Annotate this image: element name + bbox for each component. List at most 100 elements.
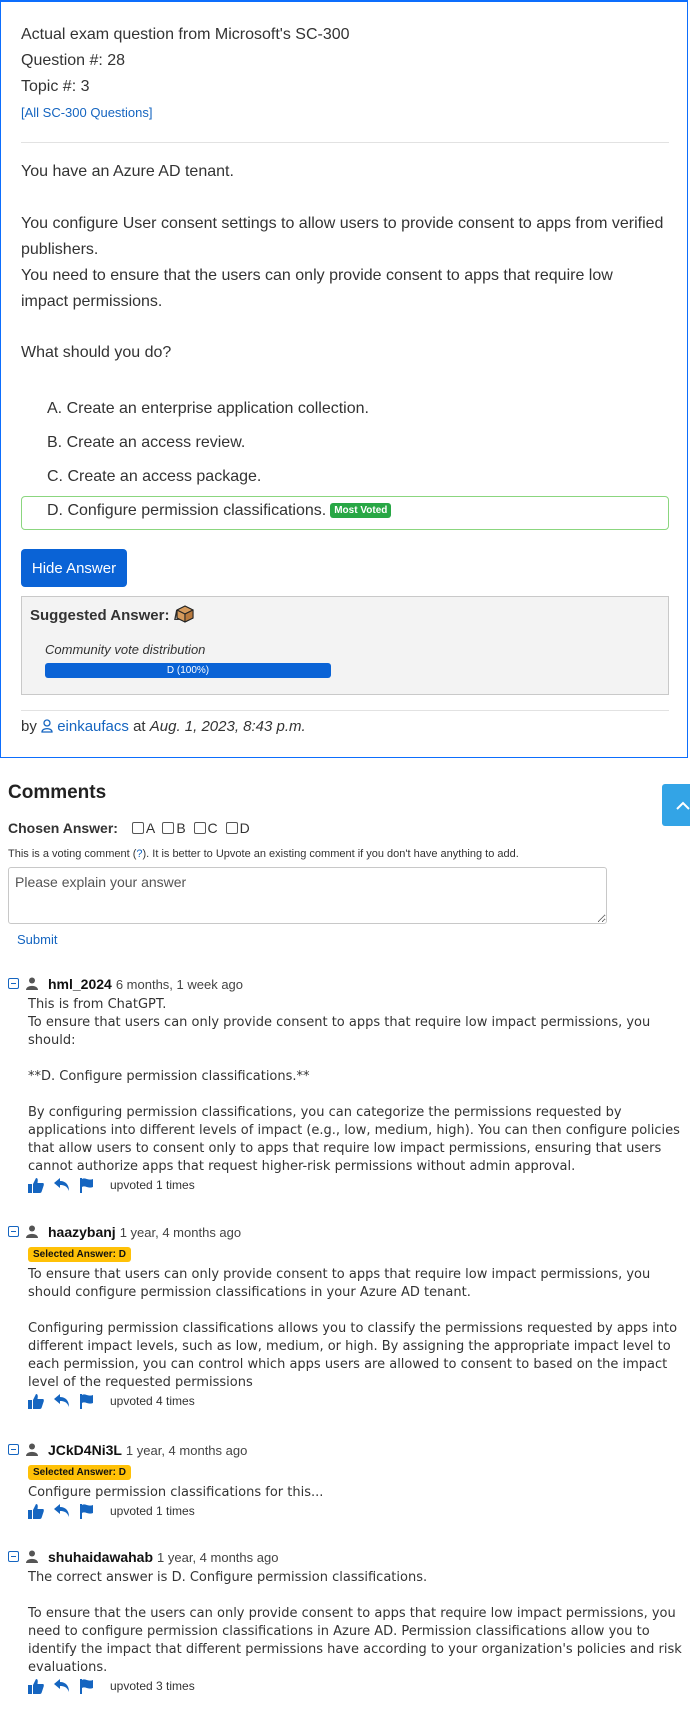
question-paragraph-3: You need to ensure that the users can on… — [21, 267, 613, 310]
package-icon — [176, 605, 194, 623]
person-icon — [26, 1550, 38, 1563]
comment-actions: upvoted 3 times — [28, 1677, 680, 1697]
reply-icon[interactable] — [54, 1394, 70, 1408]
comment-body: The correct answer is D. Configure permi… — [28, 1570, 682, 1675]
checkbox-b[interactable] — [162, 822, 175, 834]
chosen-answer-label: Chosen Answer: — [8, 820, 118, 836]
username-text: haazybanj — [48, 1224, 116, 1240]
question-card: Actual exam question from Microsoft's SC… — [0, 0, 688, 758]
hide-answer-button[interactable]: Hide Answer — [21, 549, 127, 587]
selected-answer-badge: Selected Answer: D — [28, 1247, 131, 1262]
comment-textarea[interactable] — [8, 867, 607, 924]
option-b[interactable]: B. Create an access review. — [47, 434, 245, 452]
vote-distribution-bar: D (100%) — [45, 663, 331, 678]
choice-c-label: C — [207, 820, 218, 836]
comment-header: haazybanj 1 year, 4 months ago — [8, 1224, 680, 1244]
comment-header: hml_2024 6 months, 1 week ago — [8, 976, 680, 996]
flag-icon[interactable] — [80, 1394, 94, 1409]
upvote-count: upvoted 4 times — [110, 1394, 195, 1408]
vote-distribution-label: Community vote distribution — [45, 642, 206, 657]
comment-header: shuhaidawahab 1 year, 4 months ago — [8, 1549, 680, 1569]
suggested-answer: Suggested Answer: D — [30, 607, 184, 624]
choice-b-label: B — [176, 820, 186, 836]
voting-note: This is a voting comment (?). It is bett… — [8, 848, 519, 860]
comment-header: JCkD4Ni3L 1 year, 4 months ago — [8, 1442, 680, 1462]
suggested-answer-label: Suggested Answer: — [30, 607, 170, 624]
submit-link[interactable]: Submit — [17, 932, 57, 947]
checkbox-a[interactable] — [131, 822, 144, 834]
selected-answer-badge: Selected Answer: D — [28, 1465, 131, 1480]
comment-actions: upvoted 1 times — [28, 1502, 680, 1522]
comment: hml_2024 6 months, 1 week ago This is fro… — [8, 976, 680, 1196]
at-label: at — [133, 718, 146, 735]
comment-body: This is from ChatGPT. To ensure that use… — [28, 997, 680, 1174]
person-icon — [26, 1225, 38, 1238]
question-topic: Topic #: 3 — [21, 78, 90, 95]
thumbs-up-icon[interactable] — [28, 1504, 44, 1519]
scroll-to-top-button[interactable] — [662, 784, 690, 826]
comment-username[interactable]: haazybanj 1 year, 4 months ago — [48, 1224, 241, 1240]
question-paragraph-4: What should you do? — [21, 344, 172, 361]
comment-body: To ensure that users can only provide co… — [28, 1267, 678, 1390]
option-c[interactable]: C. Create an access package. — [47, 468, 261, 486]
reply-icon[interactable] — [54, 1178, 70, 1192]
comment: haazybanj 1 year, 4 months ago Selected A… — [8, 1224, 680, 1412]
collapse-icon[interactable] — [8, 1444, 19, 1455]
collapse-icon[interactable] — [8, 978, 19, 989]
question-date: Aug. 1, 2023, 8:43 p.m. — [149, 718, 306, 735]
reply-icon[interactable] — [54, 1679, 70, 1693]
all-questions-link[interactable]: [All SC-300 Questions] — [21, 105, 153, 120]
flag-icon[interactable] — [80, 1504, 94, 1519]
reply-icon[interactable] — [54, 1504, 70, 1518]
question-number: Question #: 28 — [21, 52, 126, 69]
comment: JCkD4Ni3L 1 year, 4 months ago Selected A… — [8, 1442, 680, 1522]
by-label: by — [21, 718, 37, 735]
voting-note-text-2: ). It is better to Upvote an existing co… — [142, 848, 519, 860]
comment-time: 1 year, 4 months ago — [157, 1550, 279, 1565]
divider — [21, 142, 669, 143]
comments-heading: Comments — [8, 782, 107, 803]
upvote-count: upvoted 1 times — [110, 1178, 195, 1192]
checkbox-d[interactable] — [225, 822, 238, 834]
comment-time: 1 year, 4 months ago — [119, 1225, 242, 1240]
choice-a-label: A — [145, 820, 155, 836]
question-paragraph-1: You have an Azure AD tenant. — [21, 163, 234, 180]
thumbs-up-icon[interactable] — [28, 1394, 44, 1409]
flag-icon[interactable] — [80, 1178, 94, 1193]
option-d[interactable]: D. Configure permission classifications.… — [47, 502, 392, 520]
vote-distribution-fill: D (100%) — [45, 663, 331, 678]
person-icon — [26, 1443, 38, 1456]
username-text: JCkD4Ni3L — [48, 1442, 122, 1458]
upvote-count: upvoted 3 times — [110, 1679, 195, 1693]
user-icon — [41, 719, 53, 733]
comment-actions: upvoted 4 times — [28, 1392, 680, 1412]
username-text: hml_2024 — [48, 976, 112, 992]
comment-username[interactable]: JCkD4Ni3L 1 year, 4 months ago — [48, 1442, 247, 1458]
comment-actions: upvoted 1 times — [28, 1176, 680, 1196]
username-text: shuhaidawahab — [48, 1549, 154, 1565]
author-link[interactable]: einkaufacs — [57, 718, 129, 735]
question-source: Actual exam question from Microsoft's SC… — [21, 26, 350, 43]
choice-d-label: D — [239, 820, 250, 836]
option-d-label: D. Configure permission classifications. — [47, 502, 327, 519]
upvote-count: upvoted 1 times — [110, 1504, 195, 1518]
suggested-answer-panel: Suggested Answer: D Community vote distr… — [21, 596, 669, 695]
most-voted-badge: Most Voted — [330, 503, 392, 519]
question-paragraph-2: You configure User consent settings to a… — [21, 215, 664, 258]
comment-username[interactable]: shuhaidawahab 1 year, 4 months ago — [48, 1549, 278, 1565]
checkbox-c[interactable] — [193, 822, 206, 834]
question-byline: by einkaufacs at Aug. 1, 2023, 8:43 p.m. — [21, 718, 306, 735]
voting-note-text: This is a voting comment ( — [8, 848, 137, 860]
flag-icon[interactable] — [80, 1679, 94, 1694]
comment-username[interactable]: hml_2024 6 months, 1 week ago — [48, 976, 243, 992]
thumbs-up-icon[interactable] — [28, 1178, 44, 1193]
comment: shuhaidawahab 1 year, 4 months ago The co… — [8, 1549, 682, 1697]
comment-body: Configure permission classifications for… — [28, 1485, 324, 1500]
thumbs-up-icon[interactable] — [28, 1679, 44, 1694]
collapse-icon[interactable] — [8, 1551, 19, 1562]
divider — [21, 710, 669, 711]
collapse-icon[interactable] — [8, 1226, 19, 1237]
option-a[interactable]: A. Create an enterprise application coll… — [47, 400, 369, 418]
comment-time: 1 year, 4 months ago — [125, 1443, 248, 1458]
person-icon — [26, 977, 38, 990]
